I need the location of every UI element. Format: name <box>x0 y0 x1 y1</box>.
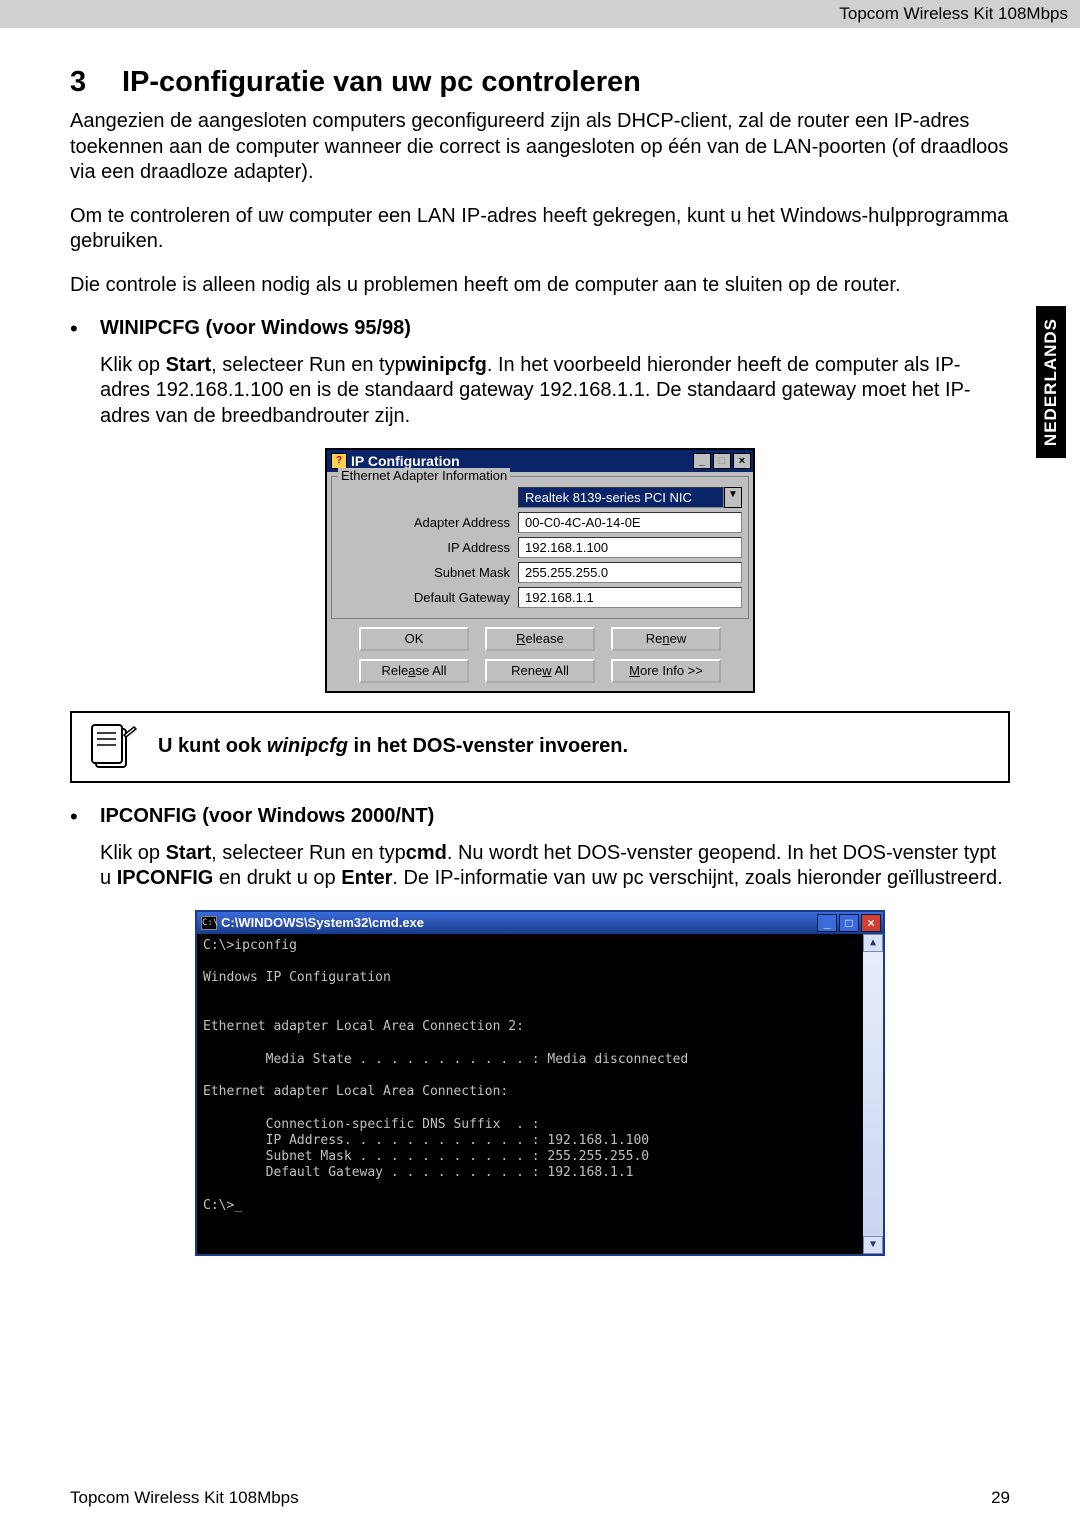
maximize-button[interactable]: □ <box>713 453 731 469</box>
row-adapter-address: Adapter Address 00-C0-4C-A0-14-0E <box>338 512 742 533</box>
minimize-button[interactable]: _ <box>693 453 711 469</box>
note-box: U kunt ook winipcfg in het DOS-venster i… <box>70 711 1010 783</box>
adapter-dropdown-value: Realtek 8139-series PCI NIC <box>518 487 724 508</box>
cmd-window: C:\ C:\WINDOWS\System32\cmd.exe _ □ × C:… <box>195 910 885 1256</box>
release-button[interactable]: Release <box>485 627 595 651</box>
row-subnet-mask: Subnet Mask 255.255.255.0 <box>338 562 742 583</box>
ipconfig-app-icon: ? <box>331 453 347 469</box>
more-info-button[interactable]: More Info >> <box>611 659 721 683</box>
cmd-minimize-button[interactable]: _ <box>817 914 837 932</box>
cmd-titlebar: C:\ C:\WINDOWS\System32\cmd.exe _ □ × <box>197 912 883 934</box>
paragraph-2: Om te controleren of uw computer een LAN… <box>70 204 1010 255</box>
bullet-dot-icon: • <box>70 805 100 829</box>
cmd-scrollbar[interactable]: ▲ ▼ <box>863 934 883 1254</box>
bullet-1: • WINIPCFG (voor Windows 95/98) <box>70 317 1010 341</box>
release-all-button[interactable]: Release All <box>359 659 469 683</box>
footer-left: Topcom Wireless Kit 108Mbps <box>70 1488 299 1508</box>
note-clipboard-icon <box>86 723 140 771</box>
cmd-output: C:\>ipconfig Windows IP Configuration Et… <box>197 934 863 1254</box>
close-button[interactable]: × <box>733 453 751 469</box>
ethernet-adapter-group: Ethernet Adapter Information Realtek 813… <box>331 476 749 619</box>
row-ip-address: IP Address 192.168.1.100 <box>338 537 742 558</box>
cmd-close-button[interactable]: × <box>861 914 881 932</box>
note-text: U kunt ook winipcfg in het DOS-venster i… <box>158 735 628 758</box>
cmd-app-icon: C:\ <box>201 916 217 930</box>
ok-button[interactable]: OK <box>359 627 469 651</box>
paragraph-1: Aangezien de aangesloten computers gecon… <box>70 109 1010 186</box>
group-legend: Ethernet Adapter Information <box>338 468 510 483</box>
adapter-dropdown[interactable]: Realtek 8139-series PCI NIC ▼ <box>518 487 742 508</box>
chevron-down-icon[interactable]: ▼ <box>724 487 742 508</box>
header-right-text: Topcom Wireless Kit 108Mbps <box>839 4 1068 23</box>
chapter-title: IP-configuratie van uw pc controleren <box>122 66 641 98</box>
renew-button[interactable]: Renew <box>611 627 721 651</box>
bullet-2-title: IPCONFIG (voor Windows 2000/NT) <box>100 805 434 829</box>
footer-right: 29 <box>991 1488 1010 1508</box>
renew-all-button[interactable]: Renew All <box>485 659 595 683</box>
cmd-title: C:\WINDOWS\System32\cmd.exe <box>221 915 817 930</box>
header-bar: Topcom Wireless Kit 108Mbps <box>0 0 1080 28</box>
scroll-up-icon[interactable]: ▲ <box>863 934 883 952</box>
bullet-2-body: Klik op Start, selecteer Run en typcmd. … <box>100 841 1010 892</box>
chapter-number: 3 <box>70 66 122 99</box>
bullet-1-title: WINIPCFG (voor Windows 95/98) <box>100 317 411 341</box>
ipconfig-window: ? IP Configuration _ □ × Ethernet Adapte… <box>325 448 755 693</box>
scroll-down-icon[interactable]: ▼ <box>863 1236 883 1254</box>
chapter-heading: 3IP-configuratie van uw pc controleren <box>70 66 1010 99</box>
bullet-dot-icon: • <box>70 317 100 341</box>
language-side-tab: NEDERLANDS <box>1036 306 1066 458</box>
row-default-gateway: Default Gateway 192.168.1.1 <box>338 587 742 608</box>
bullet-1-body: Klik op Start, selecteer Run en typwinip… <box>100 353 1010 430</box>
ipconfig-title: IP Configuration <box>351 453 693 469</box>
paragraph-3: Die controle is alleen nodig als u probl… <box>70 273 1010 299</box>
cmd-maximize-button[interactable]: □ <box>839 914 859 932</box>
bullet-2: • IPCONFIG (voor Windows 2000/NT) <box>70 805 1010 829</box>
page-footer: Topcom Wireless Kit 108Mbps 29 <box>70 1488 1010 1508</box>
